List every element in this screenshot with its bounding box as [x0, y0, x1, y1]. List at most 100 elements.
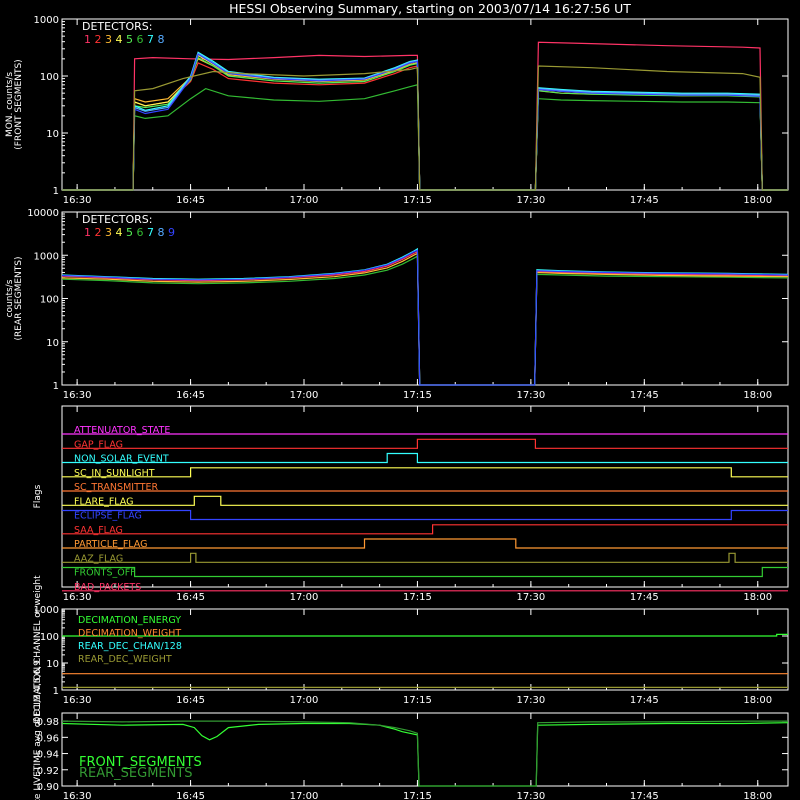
- x-tick-label: 17:30: [516, 695, 545, 706]
- x-tick-label: 17:45: [630, 695, 659, 706]
- flag-line: [62, 438, 788, 449]
- x-tick-label: 16:45: [176, 390, 205, 401]
- x-tick-label: 17:45: [630, 592, 659, 603]
- rear-legend-item: 2: [95, 226, 102, 239]
- decimation-y-tick-label: 10: [46, 659, 59, 670]
- x-tick-label: 17:00: [290, 592, 319, 603]
- x-tick-label: 17:15: [403, 390, 432, 401]
- front-y-tick-label: 100: [40, 72, 59, 83]
- front-y-tick-label: 10: [46, 129, 59, 140]
- decimation-y-tick-label: 1000: [34, 605, 59, 616]
- rear-series: [61, 247, 789, 386]
- x-tick-label: 16:45: [176, 592, 205, 603]
- x-tick-label: 17:30: [516, 791, 545, 800]
- front-legend-item: 2: [95, 33, 102, 46]
- flag-line: [62, 467, 788, 478]
- front-legend-item: 7: [147, 33, 154, 46]
- decimation-y-tick-label: 100: [40, 632, 59, 643]
- x-tick-label: 16:30: [63, 695, 92, 706]
- x-tick-label: 18:00: [743, 390, 772, 401]
- front-line: [62, 65, 788, 191]
- flag-label: SC_TRANSMITTER: [74, 482, 159, 493]
- front-legend-item: 5: [126, 33, 133, 46]
- x-tick-label: 18:00: [743, 695, 772, 706]
- flag-label: SC_IN_SUNLIGHT: [74, 468, 155, 479]
- x-tick-label: 17:15: [403, 592, 432, 603]
- x-tick-label: 17:00: [290, 791, 319, 800]
- livetime-y-tick-label: 0.98: [37, 717, 59, 728]
- x-tick-label: 17:00: [290, 390, 319, 401]
- front-line: [62, 56, 788, 191]
- livetime-legend-item: REAR_SEGMENTS: [79, 766, 193, 781]
- x-tick-label: 17:15: [403, 791, 432, 800]
- flag-label: FRONTS_OFF: [74, 568, 136, 579]
- flag-label: FLARE_FLAG: [74, 496, 134, 507]
- rear-axes: 16:30 16:45 17:00 17:15 17:30 17:45 18:00: [61, 211, 789, 401]
- rear-legend-item: 5: [126, 226, 133, 239]
- flag-line: [62, 538, 788, 549]
- rear-y-tick-label: 10000: [27, 208, 59, 219]
- front-series: [62, 41, 788, 191]
- rear-line: [61, 247, 789, 386]
- x-tick-label: 16:30: [63, 195, 92, 206]
- front-y-tick-label: 1: [53, 186, 59, 197]
- x-tick-label: 17:30: [516, 390, 545, 401]
- rear-legend-item: 8: [158, 226, 165, 239]
- front-line: [62, 41, 788, 191]
- x-tick-label: 17:45: [630, 195, 659, 206]
- front-legend-item: 8: [158, 33, 165, 46]
- rear-legend-item: 9: [168, 226, 175, 239]
- rear-y-tick-label: 10: [46, 338, 59, 349]
- rear-legend-item: 7: [147, 226, 154, 239]
- front-legend-item: 1: [84, 33, 91, 46]
- x-tick-label: 17:00: [290, 195, 319, 206]
- front-legend-item: 4: [116, 33, 123, 46]
- livetime-y-tick-label: 0.90: [37, 782, 59, 793]
- x-tick-label: 17:30: [516, 195, 545, 206]
- x-tick-label: 17:30: [516, 592, 545, 603]
- x-tick-label: 16:45: [176, 695, 205, 706]
- flag-label: SAA_FLAG: [74, 525, 123, 536]
- decimation-legend-item: DECIMATION_ENERGY: [78, 615, 181, 626]
- flag-label: ECLIPSE_FLAG: [74, 511, 142, 522]
- rear-y-tick-label: 1000: [34, 251, 59, 262]
- x-tick-label: 16:30: [63, 592, 92, 603]
- rear-y-tick-label: 1: [53, 381, 59, 392]
- rear-legend-item: 1: [84, 226, 91, 239]
- x-tick-label: 16:30: [63, 791, 92, 800]
- x-tick-label: 17:15: [403, 195, 432, 206]
- front-line: [62, 62, 788, 191]
- flag-label: ATTENUATOR_STATE: [74, 425, 170, 436]
- flags-axes: 16:30 16:45 17:00 17:15 17:30 17:45 18:00: [61, 405, 789, 603]
- rear-ylabel: (REAR SEGMENTS): [14, 256, 24, 340]
- decimation-legend-item: REAR_DEC_WEIGHT: [78, 654, 172, 665]
- flag-line: [62, 495, 788, 506]
- x-tick-label: 16:45: [176, 791, 205, 800]
- front-y-tick-label: 1000: [34, 15, 59, 26]
- x-tick-label: 16:30: [63, 390, 92, 401]
- x-tick-label: 17:15: [403, 695, 432, 706]
- livetime-y-tick-label: 0.92: [37, 766, 59, 777]
- front-line: [62, 53, 788, 191]
- front-line: [62, 52, 788, 191]
- x-tick-label: 18:00: [743, 195, 772, 206]
- rear-y-tick-label: 100: [40, 295, 59, 306]
- summary-figure: HESSI Observing Summary, starting on 200…: [5, 1, 789, 800]
- flag-line: [62, 524, 788, 535]
- flag-label: GAP_FLAG: [74, 439, 123, 450]
- rear-legend-title: DETECTORS:: [82, 213, 152, 226]
- livetime-y-tick-label: 0.94: [37, 750, 59, 761]
- flag-label: BAD_PACKETS: [74, 582, 141, 593]
- figure-title: HESSI Observing Summary, starting on 200…: [229, 1, 631, 16]
- livetime-ylabel: Mon. Rate LIVETIME avg of D1,3,4,5,6,9: [33, 660, 43, 800]
- rear-line: [61, 250, 789, 386]
- decimation-legend-item: REAR_DEC_CHAN/128: [78, 641, 182, 652]
- front-legend-title: DETECTORS:: [82, 20, 152, 33]
- front-line: [62, 54, 788, 191]
- rear-legend-item: 3: [105, 226, 112, 239]
- flag-line: [62, 566, 788, 578]
- flag-label: AAZ_FLAG: [74, 553, 123, 564]
- flag-line: [62, 509, 788, 521]
- flag-line: [62, 552, 788, 563]
- flag-line: [62, 452, 788, 464]
